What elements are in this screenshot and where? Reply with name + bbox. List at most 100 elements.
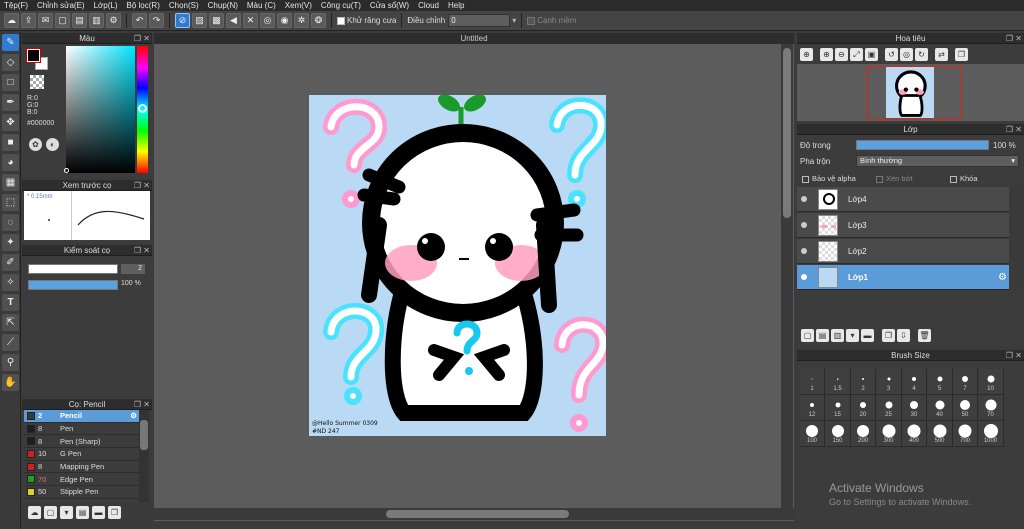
- duplicate-layer-icon[interactable]: ❐: [882, 328, 895, 342]
- visibility-eye-icon[interactable]: [801, 248, 807, 254]
- brush-size-cell[interactable]: 300: [876, 421, 902, 447]
- brush-item-pen-sharp[interactable]: 8 Pen (Sharp): [24, 435, 139, 449]
- navigator-viewport-frame[interactable]: [867, 66, 962, 119]
- layer-row-4[interactable]: Lớp4: [797, 187, 1009, 212]
- saturation-value-picker[interactable]: [66, 46, 135, 173]
- canvas-vertical-scroll-thumb[interactable]: [783, 48, 791, 218]
- canvas-tab[interactable]: Untitled: [154, 33, 794, 44]
- panel-close-icon[interactable]: ❐ ✕: [134, 33, 150, 44]
- protect-alpha-checkbox[interactable]: [802, 175, 809, 183]
- flip-icon[interactable]: ⇄: [935, 48, 948, 61]
- brush-item-pencil[interactable]: 2 Pencil ⚙: [24, 410, 139, 423]
- hue-handle[interactable]: [138, 104, 147, 113]
- add-brush-icon[interactable]: ▢: [44, 505, 57, 519]
- settings-icon[interactable]: ⚙: [106, 13, 121, 28]
- actual-size-icon[interactable]: ▣: [865, 48, 878, 61]
- brush-size-cell[interactable]: 10: [978, 369, 1004, 395]
- layer-menu-icon[interactable]: ▾: [846, 328, 859, 342]
- select-pen-icon[interactable]: ✐: [2, 254, 19, 271]
- fill-icon[interactable]: ◎: [260, 13, 275, 28]
- panel-close-icon[interactable]: ❐ ✕: [1006, 124, 1022, 135]
- undo-icon[interactable]: ↶: [132, 13, 147, 28]
- brush-size-cell[interactable]: 3: [876, 369, 902, 395]
- brush-size-cell[interactable]: 15: [825, 395, 851, 421]
- new-layer-1bit-icon[interactable]: ▥: [831, 328, 844, 342]
- delete-layer-icon[interactable]: 🗑: [918, 328, 931, 342]
- color-cursor[interactable]: [64, 168, 69, 173]
- eyedropper-tool-icon[interactable]: ⚲: [2, 354, 19, 371]
- export-icon[interactable]: ▥: [89, 13, 104, 28]
- brush-size-cell[interactable]: 12: [800, 395, 825, 421]
- soft-edge-checkbox[interactable]: [527, 16, 536, 25]
- visibility-eye-icon[interactable]: [801, 196, 807, 202]
- zoom-out-icon[interactable]: ⊖: [835, 48, 848, 61]
- rect-fill-tool-icon[interactable]: ■: [2, 134, 19, 151]
- fit-screen-icon[interactable]: ⤢: [850, 48, 863, 61]
- blend-mode-select[interactable]: Bình thường ▾: [856, 155, 1019, 167]
- antialias-checkbox[interactable]: [337, 16, 345, 25]
- brush-size-cell[interactable]: 50: [953, 395, 978, 421]
- brush-size-cell[interactable]: 2: [851, 369, 876, 395]
- brush-list-scroll-thumb[interactable]: [140, 420, 148, 450]
- shape-tool-icon[interactable]: □: [2, 74, 19, 91]
- hand-tool-icon[interactable]: ✋: [2, 374, 19, 391]
- brush-size-cell[interactable]: 700: [953, 421, 978, 447]
- chevron-down-icon[interactable]: ▾: [512, 16, 516, 25]
- menu-help[interactable]: Help: [448, 1, 464, 10]
- panel-close-icon[interactable]: ❐ ✕: [1006, 33, 1022, 44]
- clear-icon[interactable]: ✕: [243, 13, 258, 28]
- rotate-left-icon[interactable]: ↺: [885, 48, 898, 61]
- snap-radial-icon[interactable]: ❂: [311, 13, 326, 28]
- cloud-icon[interactable]: ☁: [4, 13, 19, 28]
- bucket-tool-icon[interactable]: ◕: [2, 154, 19, 171]
- artwork-canvas[interactable]: @Hello Summer 0309 #ND 247: [309, 95, 606, 436]
- gear-icon[interactable]: ⚙: [998, 272, 1007, 283]
- menu-edit[interactable]: Chỉnh sửa(E): [37, 1, 85, 10]
- foreground-color-front[interactable]: [26, 48, 41, 63]
- brush-size-value[interactable]: 2: [121, 264, 145, 274]
- copy-brush-icon[interactable]: ▤: [76, 505, 89, 519]
- brush-size-cell[interactable]: 200: [851, 421, 876, 447]
- brush-size-cell[interactable]: 20: [851, 395, 876, 421]
- transparent-color-icon[interactable]: [30, 75, 44, 89]
- move-tool-icon[interactable]: ✥: [2, 114, 19, 131]
- color-history-icon[interactable]: ◐: [46, 138, 59, 151]
- share-icon[interactable]: ⇪: [21, 13, 36, 28]
- brush-list-scrollbar[interactable]: [139, 410, 149, 502]
- lasso-tool-icon[interactable]: ◌: [2, 214, 19, 231]
- protect-alpha-option[interactable]: Bảo vệ alpha: [802, 174, 856, 183]
- brush-size-cell[interactable]: 100: [800, 421, 825, 447]
- magic-wand-icon[interactable]: ✦: [2, 234, 19, 251]
- layer-list-scrollbar[interactable]: [1009, 187, 1023, 290]
- brush-size-cell[interactable]: 1.5: [825, 369, 851, 395]
- snap-grid-icon[interactable]: ✲: [294, 13, 309, 28]
- brush-size-slider[interactable]: [28, 264, 118, 274]
- redo-icon[interactable]: ↷: [149, 13, 164, 28]
- brush-size-cell[interactable]: 30: [902, 395, 927, 421]
- gear-icon[interactable]: ⚙: [130, 411, 137, 420]
- operation-tool-icon[interactable]: ⇱: [2, 314, 19, 331]
- pen-tool-icon[interactable]: ✒: [2, 94, 19, 111]
- layer-opacity-slider[interactable]: [856, 140, 989, 150]
- folder-icon[interactable]: ▬: [861, 328, 874, 342]
- new-layer-icon[interactable]: ▢: [801, 328, 814, 342]
- reset-rotation-icon[interactable]: ◎: [900, 48, 913, 61]
- menu-color[interactable]: Màu (C): [247, 1, 276, 10]
- menu-layer[interactable]: Lớp(L): [94, 1, 118, 10]
- panel-close-icon[interactable]: ❐ ✕: [1006, 350, 1022, 361]
- eraser-tool-icon[interactable]: ◇: [2, 54, 19, 71]
- select-all-icon[interactable]: ▨: [192, 13, 207, 28]
- brush-size-cell[interactable]: 500: [927, 421, 953, 447]
- brush-size-cell[interactable]: 150: [825, 421, 851, 447]
- brush-opacity-slider[interactable]: [28, 280, 118, 290]
- menu-tools[interactable]: Công cụ(T): [321, 1, 361, 10]
- select-tool-icon[interactable]: ⬚: [2, 194, 19, 211]
- menu-file[interactable]: Tệp(F): [4, 1, 28, 10]
- brush-size-cell[interactable]: 7: [953, 369, 978, 395]
- canvas-horizontal-scroll-thumb[interactable]: [386, 510, 569, 518]
- new-window-icon[interactable]: ❐: [955, 48, 968, 61]
- new-file-icon[interactable]: ▢: [55, 13, 70, 28]
- panel-close-icon[interactable]: ❐ ✕: [134, 180, 150, 191]
- adjust-select[interactable]: 0: [448, 14, 511, 27]
- merge-layer-icon[interactable]: ⇩: [897, 328, 910, 342]
